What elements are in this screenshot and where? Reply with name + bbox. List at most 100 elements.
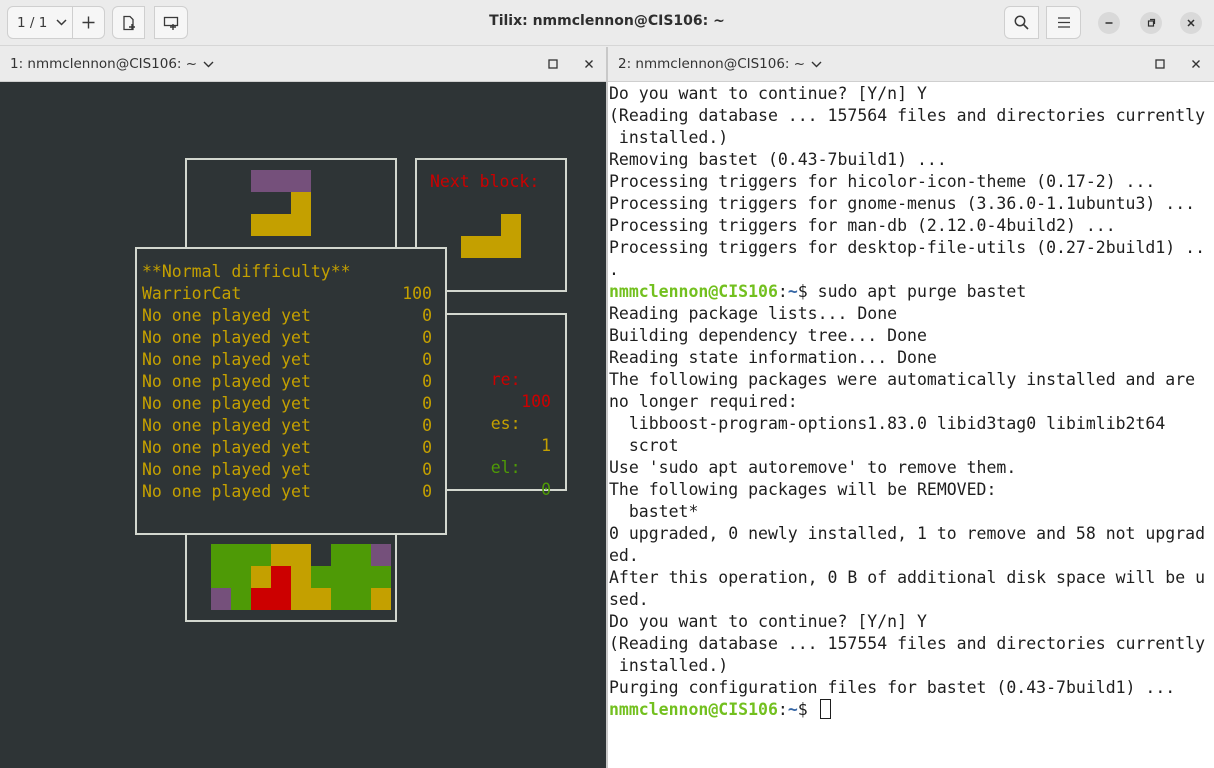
chevron-down-icon: [56, 19, 67, 26]
stack-cell: [331, 588, 371, 610]
terminal-line: ed.: [609, 546, 639, 565]
highscore-row: No one played yet 0: [142, 394, 432, 413]
menu-button[interactable]: [1046, 6, 1081, 39]
terminal-line: no longer required:: [609, 392, 798, 411]
terminal-line: 0 upgraded, 0 newly installed, 1 to remo…: [609, 524, 1206, 543]
add-terminal-down-button[interactable]: [154, 6, 188, 39]
stack-cell: [271, 566, 291, 588]
next-block-label: Next block:: [430, 172, 540, 191]
search-icon: [1014, 15, 1029, 30]
stack-cell: [231, 588, 251, 610]
plus-icon: [82, 16, 95, 29]
maximize-button[interactable]: [1140, 12, 1162, 34]
close-icon: [585, 60, 593, 68]
level-stat: el: 0: [490, 458, 551, 499]
highscores-title: **Normal difficulty**: [142, 262, 351, 281]
piece-cell: [251, 170, 311, 192]
stack-cell: [211, 588, 231, 610]
highscore-row: No one played yet 0: [142, 438, 432, 457]
terminal-line: Reading state information... Done: [609, 348, 937, 367]
add-terminal-right-button[interactable]: [112, 6, 145, 39]
stack-cell: [331, 544, 371, 566]
prompt-user: nmmclennon@CIS106: [609, 282, 778, 301]
stack-cell: [251, 566, 271, 588]
terminal-line: Processing triggers for gnome-menus (3.3…: [609, 194, 1196, 213]
maximize-icon: [1155, 59, 1165, 69]
left-pane-maximize-button[interactable]: [545, 56, 561, 72]
right-pane-title: 2: nmmclennon@CIS106: ~: [618, 56, 806, 72]
stack-cell: [371, 544, 391, 566]
close-button[interactable]: [1180, 12, 1202, 34]
terminal-line: Processing triggers for desktop-file-uti…: [609, 238, 1206, 257]
minimize-button[interactable]: [1098, 12, 1120, 34]
left-pane-close-button[interactable]: [581, 56, 597, 72]
right-pane-title-menu[interactable]: 2: nmmclennon@CIS106: ~: [618, 56, 822, 72]
stack-cell: [211, 566, 251, 588]
terminal-line: After this operation, 0 B of additional …: [609, 568, 1206, 587]
terminal-prompt-line: nmmclennon@CIS106:~$: [609, 699, 1214, 721]
left-pane-title-menu[interactable]: 1: nmmclennon@CIS106: ~: [10, 56, 214, 72]
close-icon: [1192, 60, 1200, 68]
terminal-line: installed.): [609, 656, 729, 675]
right-terminal[interactable]: Do you want to continue? [Y/n] Y (Readin…: [608, 82, 1214, 768]
split-right-icon: [122, 15, 135, 30]
stack-cell: [271, 544, 311, 566]
highscore-row: WarriorCat 100: [142, 284, 432, 303]
terminal-line: Do you want to continue? [Y/n] Y: [609, 612, 927, 631]
terminal-line: installed.): [609, 128, 729, 147]
terminal-line: The following packages were automaticall…: [609, 370, 1196, 389]
prompt-user: nmmclennon@CIS106: [609, 700, 778, 719]
highscores-dialog: **Normal difficulty** WarriorCat 100 No o…: [135, 247, 447, 535]
highscore-row: No one played yet 0: [142, 328, 432, 347]
split-down-icon: [163, 16, 179, 30]
terminal-line: The following packages will be REMOVED:: [609, 480, 997, 499]
prompt-path: ~: [787, 700, 798, 719]
command-text: sudo apt purge bastet: [817, 282, 1027, 301]
session-selector[interactable]: 1 / 1: [7, 6, 73, 39]
stack-cell: [371, 588, 391, 610]
highscore-row: No one played yet 0: [142, 482, 432, 501]
add-session-button[interactable]: [72, 6, 105, 39]
prompt-path: ~: [787, 282, 798, 301]
right-pane-maximize-button[interactable]: [1152, 56, 1168, 72]
terminal-prompt-line: nmmclennon@CIS106:~$ sudo apt purge bast…: [609, 282, 1027, 301]
terminal-line: Reading package lists... Done: [609, 304, 898, 323]
prompt-suffix: $: [797, 700, 818, 719]
left-terminal[interactable]: Next block: re: 100 es: 1 el: 0 **Normal…: [0, 82, 606, 768]
next-piece-cell: [501, 214, 521, 236]
stack-cell: [251, 588, 291, 610]
right-pane-close-button[interactable]: [1188, 56, 1204, 72]
prompt-suffix: $: [797, 282, 818, 301]
chevron-down-icon: [811, 61, 822, 67]
terminal-line: Purging configuration files for bastet (…: [609, 678, 1176, 697]
maximize-icon: [1147, 18, 1156, 27]
terminal-line: bastet*: [609, 502, 699, 521]
highscore-row: No one played yet 0: [142, 306, 432, 325]
terminal-line: Processing triggers for hicolor-icon-the…: [609, 172, 1156, 191]
terminal-line: Removing bastet (0.43-7build1) ...: [609, 150, 947, 169]
stack-cell: [211, 544, 271, 566]
piece-cell: [291, 192, 311, 214]
session-selector-label: 1 / 1: [17, 14, 48, 31]
piece-cell: [251, 214, 311, 236]
close-icon: [1187, 19, 1195, 27]
left-pane-titlebar: 1: nmmclennon@CIS106: ~: [0, 47, 607, 82]
next-piece-cell: [461, 236, 521, 258]
terminal-line: (Reading database ... 157554 files and d…: [609, 634, 1206, 653]
hamburger-menu-icon: [1057, 17, 1070, 28]
highscore-row: No one played yet 0: [142, 460, 432, 479]
terminal-line: Building dependency tree... Done: [609, 326, 927, 345]
terminal-line: Use 'sudo apt autoremove' to remove them…: [609, 458, 1017, 477]
terminal-line: libboost-program-options1.83.0 libid3tag…: [609, 414, 1166, 433]
left-pane-title: 1: nmmclennon@CIS106: ~: [10, 56, 198, 72]
window-title: Tilix: nmmclennon@CIS106: ~: [489, 13, 725, 29]
terminal-line: sed.: [609, 590, 649, 609]
header-bar: 1 / 1 Tilix: nmmclennon@CIS106: ~: [0, 0, 1214, 46]
terminal-line: .: [609, 260, 619, 279]
chevron-down-icon: [203, 61, 214, 67]
terminal-line: (Reading database ... 157564 files and d…: [609, 106, 1206, 125]
terminal-line: Do you want to continue? [Y/n] Y: [609, 84, 927, 103]
stack-cell: [311, 566, 391, 588]
terminal-cursor: [819, 699, 831, 719]
search-button[interactable]: [1004, 6, 1039, 39]
